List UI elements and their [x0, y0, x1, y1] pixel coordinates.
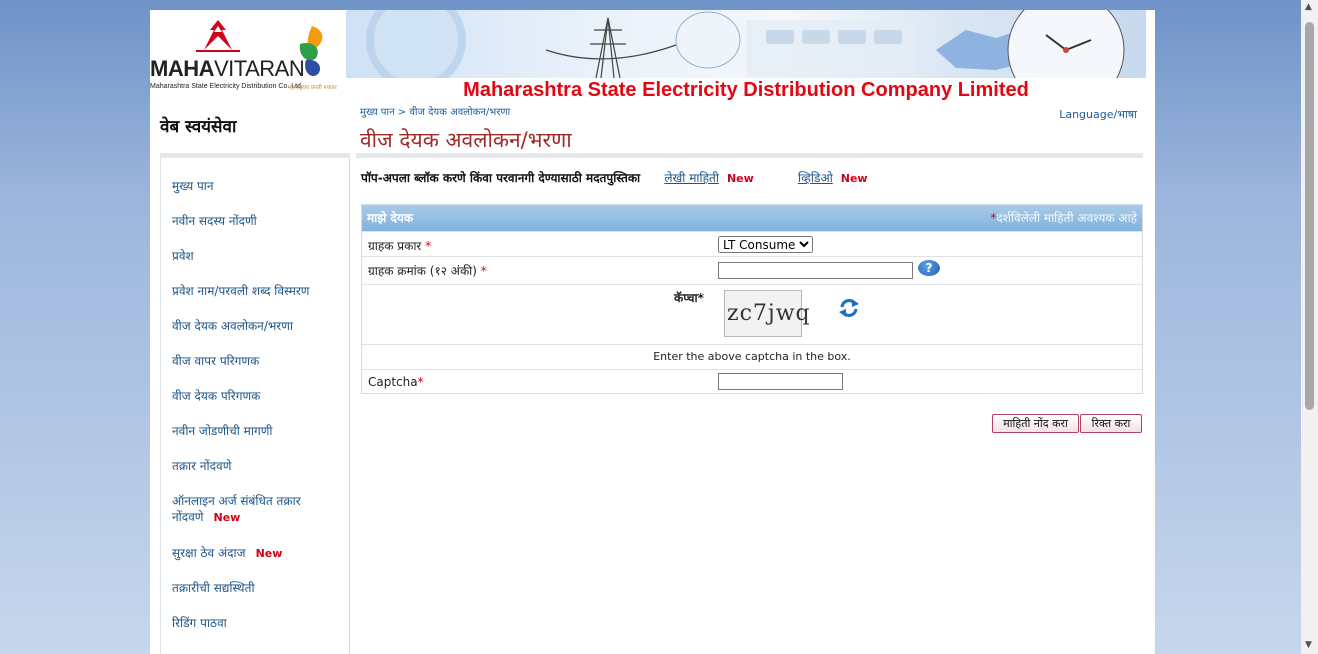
sidebar-item-forgot-password[interactable]: प्रवेश नाम/परवली शब्द विस्मरण [172, 283, 337, 299]
consumer-type-select[interactable]: LT Consumer [718, 236, 813, 253]
brand-tagline: महाराष्ट्राला प्रगती पथावर [288, 85, 337, 91]
consumer-number-row: ग्राहक क्रमांक (१२ अंकी) * ? [362, 256, 1142, 284]
consumer-number-input[interactable] [718, 262, 913, 279]
consumer-number-label: ग्राहक क्रमांक (१२ अंकी) * [368, 264, 487, 278]
form-title: माझे देयक [367, 211, 414, 225]
consumer-type-label: ग्राहक प्रकार * [368, 239, 432, 253]
captcha-image: zc7jwq [724, 290, 810, 337]
header-banner [346, 10, 1146, 78]
new-badge: New [840, 172, 868, 185]
company-title: Maharashtra State Electricity Distributi… [346, 78, 1146, 102]
captcha-image-row: कॅप्चा* zc7jwq [362, 284, 1142, 344]
brand-name: MAHAVITARAN [150, 56, 305, 81]
sidebar-item-login[interactable]: प्रवेश [172, 248, 337, 264]
mahavitaran-logo: MAHAVITARAN Maharashtra State Electricit… [150, 10, 346, 102]
page-title: वीज देयक अवलोकन/भरणा [360, 128, 572, 152]
captcha-input-row: Captcha* [362, 369, 1142, 393]
popup-help-row: पॉप-अपला ब्लॉक करणे किंवा परवानगी देण्या… [361, 169, 868, 186]
brand-subtitle: Maharashtra State Electricity Distributi… [150, 83, 303, 90]
sidebar-item-consumption-calculator[interactable]: वीज वापर परिगणक [172, 353, 337, 369]
sidebar-item-online-application-complaint[interactable]: ऑनलाइन अर्ज संबंधित तक्रार नोंदवणे New [172, 493, 337, 526]
captcha-hint: Enter the above captcha in the box. [653, 350, 851, 363]
sidebar-item-new-registration[interactable]: नवीन सदस्य नोंदणी [172, 213, 337, 229]
heading-divider [356, 153, 1143, 158]
sidebar-item-home[interactable]: मुख्य पान [172, 178, 337, 194]
captcha-title: कॅप्चा* [674, 291, 704, 305]
sidebar-item-complaint-status[interactable]: तक्रारीची सद्यस्थिती [172, 580, 337, 596]
sidebar-item-view-pay-bill[interactable]: वीज देयक अवलोकन/भरणा [172, 318, 337, 334]
popup-help-text: पॉप-अपला ब्लॉक करणे किंवा परवानगी देण्या… [361, 171, 641, 185]
reset-button[interactable]: रिक्त करा [1080, 414, 1142, 433]
new-badge: New [213, 511, 241, 524]
video-link[interactable]: व्हिडिओ [798, 171, 833, 185]
sidebar-item-bill-calculator[interactable]: वीज देयक परिगणक [172, 388, 337, 404]
scroll-down-icon[interactable]: ▼ [1305, 640, 1312, 650]
submit-button[interactable]: माहिती नोंद करा [992, 414, 1079, 433]
scroll-up-icon[interactable]: ▲ [1305, 2, 1312, 12]
language-selector[interactable]: Language/भाषा [1059, 107, 1137, 122]
required-note: *दर्शविलेली माहिती अवश्यक आहे [990, 211, 1137, 225]
sidebar-item-security-deposit[interactable]: सुरक्षा ठेव अंदाज New [172, 545, 337, 562]
tower-logo-icon [196, 20, 240, 52]
page-scrollbar[interactable]: ▲ ▼ [1301, 0, 1318, 654]
new-badge: New [726, 172, 754, 185]
sidebar-item-register-complaint[interactable]: तक्रार नोंदवणे [172, 458, 337, 474]
new-badge: New [255, 547, 283, 560]
form-header: माझे देयक *दर्शविलेली माहिती अवश्यक आहे [362, 205, 1142, 231]
captcha-input[interactable] [718, 373, 843, 390]
captcha-hint-row: Enter the above captcha in the box. [362, 344, 1142, 369]
banner-illustration-icon [366, 10, 1125, 78]
sidebar-nav: मुख्य पान नवीन सदस्य नोंदणी प्रवेश प्रवे… [160, 158, 350, 654]
consumer-type-row: ग्राहक प्रकार * LT Consumer [362, 231, 1142, 256]
breadcrumb[interactable]: मुख्य पान > वीज देयक अवलोकन/भरणा [360, 104, 510, 118]
page-container: MAHAVITARAN Maharashtra State Electricit… [150, 10, 1155, 654]
written-info-link[interactable]: लेखी माहिती [664, 171, 719, 185]
site-title: वेब स्वयंसेवा [160, 117, 237, 137]
refresh-icon[interactable] [838, 297, 860, 319]
sidebar-item-new-connection[interactable]: नवीन जोडणीची मागणी [172, 423, 337, 439]
question-help-icon[interactable]: ? [918, 260, 940, 276]
bill-form: माझे देयक *दर्शविलेली माहिती अवश्यक आहे … [361, 204, 1143, 394]
captcha-input-label: Captcha* [368, 375, 424, 389]
sidebar-item-send-reading[interactable]: रिडिंग पाठवा [172, 615, 337, 631]
scroll-thumb[interactable] [1305, 22, 1314, 410]
emblem-icon [299, 26, 323, 77]
